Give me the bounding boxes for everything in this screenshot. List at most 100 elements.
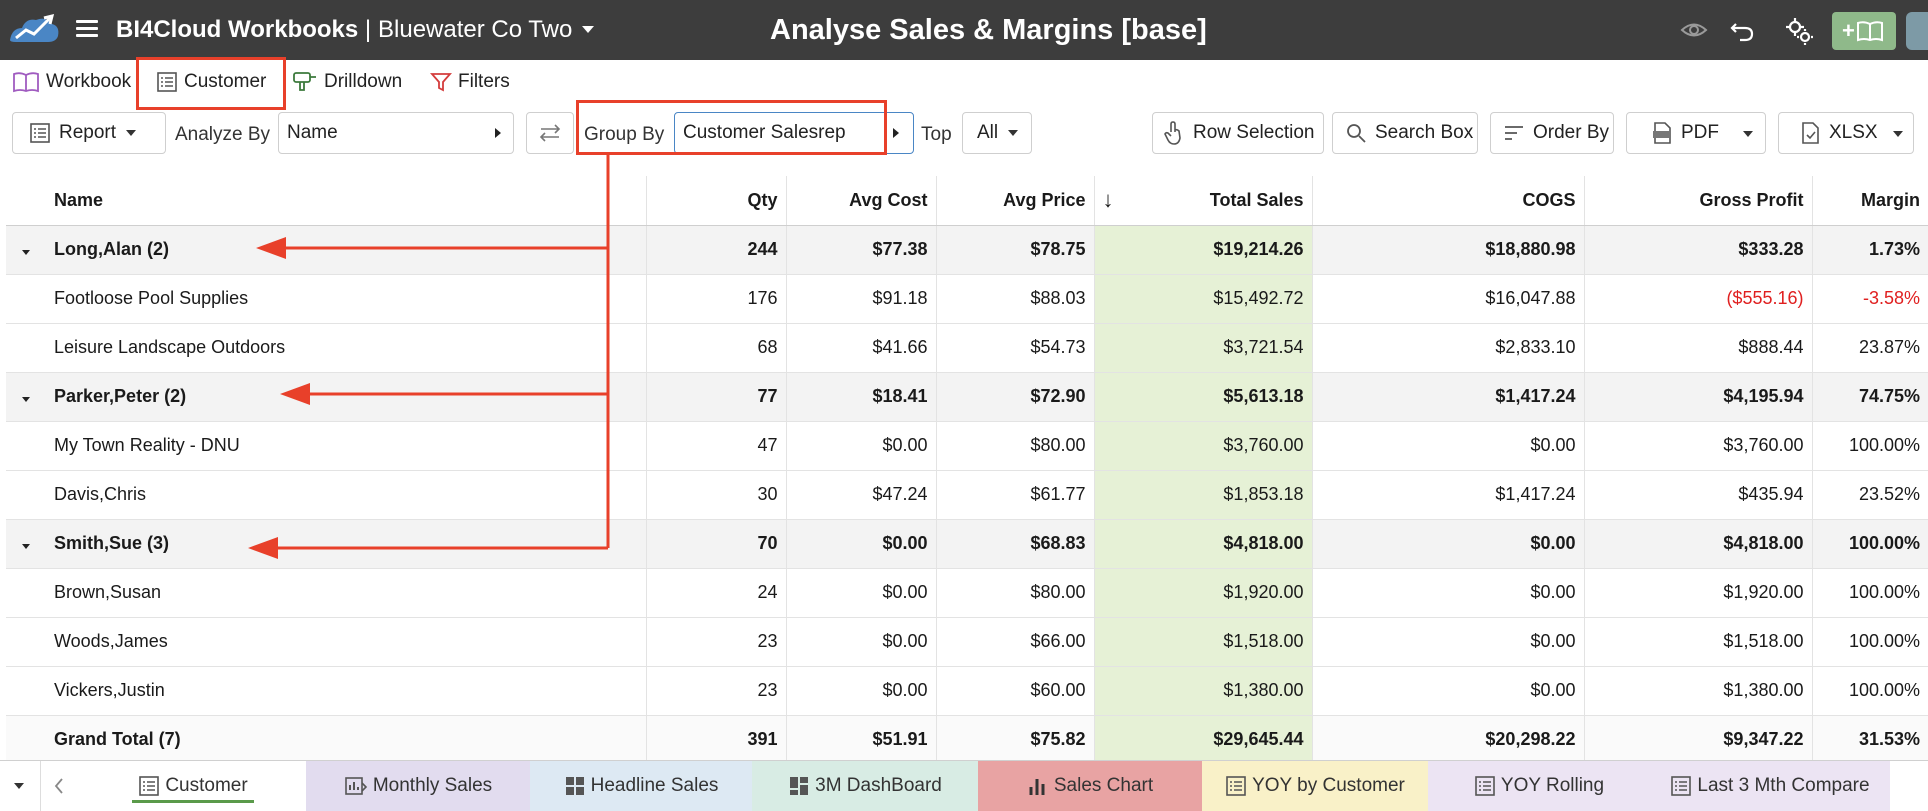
menu-icon[interactable] bbox=[76, 20, 98, 38]
sheet-tab-headline-sales[interactable]: Headline Sales bbox=[530, 761, 752, 811]
top-value: All bbox=[977, 122, 999, 143]
col-header-qty[interactable]: Qty bbox=[646, 176, 787, 226]
sort-gutter-cell bbox=[1094, 617, 1130, 667]
xlsx-export-button[interactable]: XLSX bbox=[1778, 112, 1914, 154]
avg-cost-cell: $0.00 bbox=[786, 666, 937, 716]
company-dropdown-icon[interactable] bbox=[582, 26, 594, 33]
company-name[interactable]: Bluewater Co Two bbox=[378, 16, 572, 44]
row-toggle-cell[interactable] bbox=[6, 519, 46, 569]
sort-desc-icon[interactable]: ↓ bbox=[1094, 176, 1130, 226]
collapse-toggle-icon[interactable] bbox=[22, 397, 30, 402]
table-row[interactable]: Davis,Chris 30 $47.24 $61.77 $1,853.18 $1,417… bbox=[6, 470, 1928, 520]
sheet-tab-yoy-rolling[interactable]: YOY Rolling bbox=[1428, 761, 1650, 811]
sort-gutter-cell bbox=[1094, 568, 1130, 618]
tab-label: Drilldown bbox=[324, 71, 403, 92]
tab-filters[interactable]: Filters bbox=[430, 66, 510, 98]
sheet-tab-yoy-by-customer[interactable]: YOY by Customer bbox=[1202, 761, 1428, 811]
group-by-select[interactable]: Customer Salesrep bbox=[674, 112, 914, 154]
analyze-by-select[interactable]: Name bbox=[278, 112, 514, 154]
qty-cell: 176 bbox=[646, 274, 787, 324]
col-header-margin[interactable]: Margin bbox=[1812, 176, 1928, 226]
sheet-tab-customer[interactable]: Customer bbox=[80, 761, 306, 811]
chevron-right-icon bbox=[893, 128, 899, 138]
search-box-label: Search Box bbox=[1375, 122, 1474, 143]
name-cell: Parker,Peter (2) bbox=[46, 372, 647, 422]
collapse-toggle-icon[interactable] bbox=[22, 250, 30, 255]
pdf-label: PDF bbox=[1681, 122, 1719, 143]
avg-price-cell: $78.75 bbox=[936, 225, 1095, 275]
drill-icon bbox=[293, 72, 316, 91]
qty-cell: 70 bbox=[646, 519, 787, 569]
group-row[interactable]: Parker,Peter (2) 77 $18.41 $72.90 $5,613.18 $… bbox=[6, 372, 1928, 422]
undo-icon[interactable] bbox=[1728, 16, 1756, 44]
list-icon bbox=[1670, 775, 1697, 797]
row-toggle-cell[interactable] bbox=[6, 372, 46, 422]
table-row[interactable]: Vickers,Justin 23 $0.00 $60.00 $1,380.00 $0.0… bbox=[6, 666, 1928, 716]
xlsx-icon bbox=[1802, 122, 1819, 144]
name-cell: Davis,Chris bbox=[46, 470, 647, 520]
data-grid: Name Qty Avg Cost Avg Price ↓ Total Sale… bbox=[6, 176, 1928, 760]
eye-icon[interactable] bbox=[1680, 16, 1708, 44]
bi4cloud-logo[interactable] bbox=[6, 8, 62, 53]
row-selection-button[interactable]: Row Selection bbox=[1152, 112, 1324, 154]
col-header-avg-price[interactable]: Avg Price bbox=[936, 176, 1095, 226]
col-header-gross-profit[interactable]: Gross Profit bbox=[1584, 176, 1813, 226]
grand-total-row[interactable]: Grand Total (7) 391 $51.91 $75.82 $29,645.44… bbox=[6, 715, 1928, 760]
sheet-tab-last-3-mth-compare[interactable]: Last 3 Mth Compare bbox=[1650, 761, 1890, 811]
pdf-export-button[interactable]: PDF bbox=[1626, 112, 1766, 154]
gross-profit-cell: $1,380.00 bbox=[1584, 666, 1813, 716]
col-header-total-sales[interactable]: Total Sales bbox=[1130, 176, 1313, 226]
table-row[interactable]: Brown,Susan 24 $0.00 $80.00 $1,920.00 $0.00 $1… bbox=[6, 568, 1928, 618]
tab-workbook[interactable]: Workbook bbox=[12, 66, 131, 98]
table-row[interactable]: Woods,James 23 $0.00 $66.00 $1,518.00 $0.00 $1… bbox=[6, 617, 1928, 667]
group-row[interactable]: Smith,Sue (3) 70 $0.00 $68.83 $4,818.00 $0.00… bbox=[6, 519, 1928, 569]
avg-cost-cell: $41.66 bbox=[786, 323, 937, 373]
settings-icon[interactable] bbox=[1784, 16, 1813, 45]
col-header-name[interactable]: Name bbox=[46, 176, 647, 226]
tab-label: Filters bbox=[458, 71, 510, 92]
report-menu-button[interactable]: Report bbox=[12, 112, 166, 154]
list-icon bbox=[30, 123, 50, 143]
sheet-menu-button[interactable] bbox=[0, 761, 38, 811]
chevron-down-icon bbox=[1893, 131, 1903, 137]
group-by-label: Group By bbox=[584, 124, 665, 145]
cogs-cell: $1,417.24 bbox=[1312, 470, 1585, 520]
sheet-tab-label: 3M DashBoard bbox=[815, 775, 942, 796]
user-avatar-button[interactable] bbox=[1906, 12, 1928, 50]
chevron-down-icon bbox=[1008, 130, 1019, 136]
search-box-button[interactable]: Search Box bbox=[1332, 112, 1478, 154]
sort-gutter-cell bbox=[1094, 666, 1130, 716]
swap-button[interactable] bbox=[526, 112, 574, 154]
avg-cost-cell: $51.91 bbox=[786, 715, 937, 760]
qty-cell: 244 bbox=[646, 225, 787, 275]
row-toggle-cell bbox=[6, 274, 46, 324]
sheet-tab-sales-chart[interactable]: Sales Chart bbox=[978, 761, 1202, 811]
cogs-cell: $0.00 bbox=[1312, 666, 1585, 716]
top-select[interactable]: All bbox=[962, 112, 1032, 154]
group-row[interactable]: Long,Alan (2) 244 $77.38 $78.75 $19,214.26 $1… bbox=[6, 225, 1928, 275]
order-by-button[interactable]: Order By bbox=[1490, 112, 1614, 154]
sheet-tabs-bar: Customer Monthly Sales Headline Sales 3M Da… bbox=[0, 760, 1928, 811]
row-toggle-cell bbox=[6, 470, 46, 520]
sheet-scroll-left-button[interactable] bbox=[40, 761, 82, 811]
app-title: BI4Cloud Workbooks | bbox=[116, 16, 371, 44]
tab-drilldown[interactable]: Drilldown bbox=[292, 66, 402, 98]
calendar-chart-icon bbox=[344, 775, 373, 797]
gross-profit-cell: $1,920.00 bbox=[1584, 568, 1813, 618]
tab-customer[interactable]: Customer bbox=[156, 66, 266, 98]
row-toggle-cell bbox=[6, 568, 46, 618]
col-header-avg-cost[interactable]: Avg Cost bbox=[786, 176, 937, 226]
add-workbook-button[interactable]: + bbox=[1832, 12, 1896, 50]
collapse-toggle-icon[interactable] bbox=[22, 544, 30, 549]
top-label: Top bbox=[921, 124, 952, 145]
table-row[interactable]: Footloose Pool Supplies 176 $91.18 $88.03 $1… bbox=[6, 274, 1928, 324]
sheet-tab-monthly-sales[interactable]: Monthly Sales bbox=[306, 761, 530, 811]
col-header-cogs[interactable]: COGS bbox=[1312, 176, 1585, 226]
row-toggle-cell[interactable] bbox=[6, 225, 46, 275]
sheet-tab-3m-dashboard[interactable]: 3M DashBoard bbox=[752, 761, 978, 811]
margin-cell: 74.75% bbox=[1812, 372, 1928, 422]
table-row[interactable]: My Town Reality - DNU 47 $0.00 $80.00 $3,760… bbox=[6, 421, 1928, 471]
table-row[interactable]: Leisure Landscape Outdoors 68 $41.66 $54.73… bbox=[6, 323, 1928, 373]
chevron-down-icon bbox=[14, 783, 24, 789]
avg-price-cell: $61.77 bbox=[936, 470, 1095, 520]
